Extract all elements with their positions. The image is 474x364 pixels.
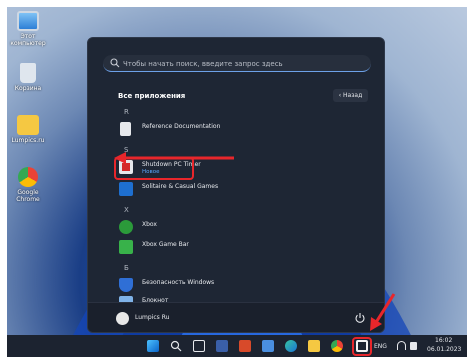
search-input[interactable] bbox=[123, 57, 363, 70]
cards-icon bbox=[119, 182, 133, 196]
chrome-icon bbox=[18, 167, 38, 187]
app-solitaire[interactable]: Solitaire & Casual Games bbox=[114, 180, 368, 200]
search-box[interactable] bbox=[103, 55, 371, 72]
annotation-arrow-taskbar bbox=[370, 293, 396, 331]
windows-start-icon[interactable] bbox=[147, 340, 159, 352]
app-reference-documentation[interactable]: Reference Documentation bbox=[114, 120, 368, 140]
app-name: Xbox Game Bar bbox=[142, 241, 189, 248]
widgets-icon[interactable] bbox=[216, 340, 228, 352]
back-button[interactable]: ‹ Назад bbox=[333, 89, 368, 102]
game-bar-icon bbox=[119, 240, 133, 254]
monitor-icon bbox=[17, 11, 39, 31]
store-icon[interactable] bbox=[262, 340, 274, 352]
app-xbox-game-bar[interactable]: Xbox Game Bar bbox=[114, 238, 368, 258]
group-letter[interactable]: R bbox=[124, 108, 129, 116]
desktop-icon-folder[interactable]: Lumpics.ru bbox=[9, 115, 47, 144]
task-view-icon[interactable] bbox=[193, 340, 205, 352]
volume-icon[interactable] bbox=[410, 342, 417, 350]
start-menu: Все приложения ‹ Назад R Reference Docum… bbox=[87, 37, 385, 333]
app-name: Solitaire & Casual Games bbox=[142, 183, 219, 190]
all-apps-title: Все приложения bbox=[118, 92, 186, 100]
back-button-label: Назад bbox=[343, 92, 363, 99]
desktop-icon-label: Google Chrome bbox=[16, 189, 40, 203]
desktop-icon-this-pc[interactable]: Этот компьютер bbox=[9, 11, 47, 47]
group-letter[interactable]: X bbox=[124, 206, 129, 214]
group-letter[interactable]: Б bbox=[124, 264, 129, 272]
edge-icon[interactable] bbox=[285, 340, 297, 352]
app-name: Безопасность Windows bbox=[142, 279, 215, 286]
recycle-bin-icon bbox=[20, 63, 36, 83]
search-icon bbox=[110, 58, 120, 68]
search-icon[interactable] bbox=[170, 340, 182, 352]
document-icon bbox=[120, 122, 131, 136]
app-red-icon[interactable] bbox=[239, 340, 251, 352]
folder-icon bbox=[17, 115, 39, 135]
app-name: Xbox bbox=[142, 221, 157, 228]
start-footer: Lumpics Ru bbox=[88, 302, 384, 332]
desktop: Этот компьютер Корзина Lumpics.ru Google… bbox=[7, 7, 467, 357]
annotation-arrow-app bbox=[114, 152, 234, 164]
desktop-icon-recycle-bin[interactable]: Корзина bbox=[9, 63, 47, 92]
desktop-icon-label: Этот компьютер bbox=[10, 33, 46, 47]
desktop-icon-chrome[interactable]: Google Chrome bbox=[9, 167, 47, 203]
user-name[interactable]: Lumpics Ru bbox=[135, 314, 169, 321]
app-xbox[interactable]: Xbox bbox=[114, 218, 368, 238]
explorer-icon[interactable] bbox=[308, 340, 320, 352]
shield-icon bbox=[119, 278, 133, 292]
app-name: Reference Documentation bbox=[142, 123, 221, 130]
clock-date[interactable]: 06.01.2023 bbox=[427, 346, 461, 353]
desktop-icon-label: Lumpics.ru bbox=[11, 137, 45, 144]
wifi-icon[interactable] bbox=[397, 341, 406, 350]
power-icon[interactable] bbox=[354, 312, 366, 324]
annotation-tray-highlight bbox=[352, 337, 372, 356]
desktop-icon-label: Корзина bbox=[14, 85, 42, 92]
clock-time[interactable]: 16:02 bbox=[435, 337, 452, 344]
language-indicator[interactable]: ENG bbox=[374, 343, 387, 350]
taskbar: ENG 16:02 06.01.2023 bbox=[7, 335, 467, 357]
app-windows-security[interactable]: Безопасность Windows bbox=[114, 276, 368, 296]
chrome-icon[interactable] bbox=[331, 340, 343, 352]
xbox-icon bbox=[119, 220, 133, 234]
avatar[interactable] bbox=[116, 312, 129, 325]
